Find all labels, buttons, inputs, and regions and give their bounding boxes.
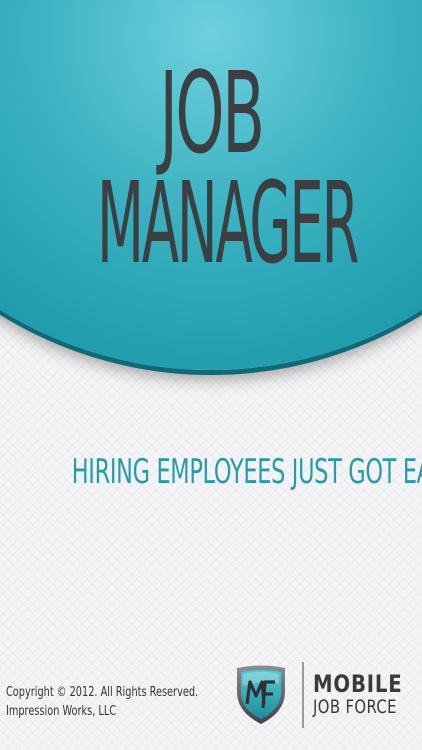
brand-wordmark-line-1: MOBILE [313, 670, 403, 698]
logo-divider [302, 662, 304, 728]
brand-wordmark: MOBILE JOB FORCE [313, 672, 422, 717]
copyright-notice: Copyright © 2012. All Rights Reserved. I… [6, 683, 198, 721]
copyright-line-1: Copyright © 2012. All Rights Reserved. [6, 685, 199, 700]
brand-wordmark-line-2: JOB FORCE [313, 696, 397, 718]
app-title-line-2: MANAGER [97, 159, 359, 289]
tagline: HIRING EMPLOYEES JUST GOT EASIER [71, 452, 422, 492]
app-title-line-1: JOB [159, 49, 265, 179]
copyright-line-2: Impression Works, LLC [6, 704, 117, 719]
mobile-job-force-shield-icon [237, 665, 285, 724]
splash-screen: JOB MANAGER HIRING EMPLOYEES JUST GOT EA… [0, 0, 422, 750]
